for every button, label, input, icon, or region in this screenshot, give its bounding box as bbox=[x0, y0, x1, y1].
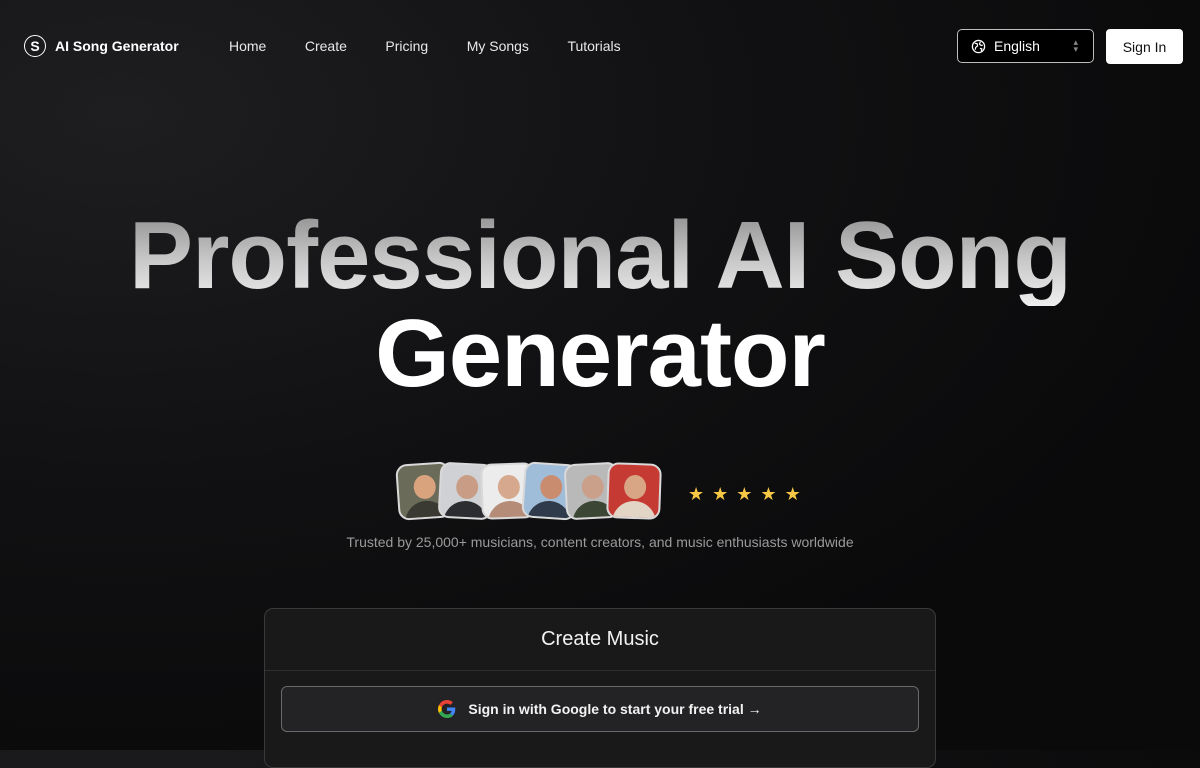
sign-in-button[interactable]: Sign In bbox=[1106, 29, 1183, 64]
nav-link-tutorials[interactable]: Tutorials bbox=[567, 38, 620, 54]
star-icon: ★ bbox=[688, 484, 705, 504]
chevron-up-down-icon: ▴ ▾ bbox=[1073, 37, 1078, 54]
google-sign-in-button[interactable]: Sign in with Google to start your free t… bbox=[281, 686, 919, 732]
star-icon: ★ bbox=[760, 484, 777, 504]
star-icon: ★ bbox=[712, 484, 729, 504]
hero-title-line-2: Generator bbox=[375, 300, 826, 407]
star-icon: ★ bbox=[784, 484, 801, 504]
create-music-card: Create Music Sign in with Google to star… bbox=[264, 608, 936, 768]
nav-link-pricing[interactable]: Pricing bbox=[385, 38, 428, 54]
top-navigation: S AI Song Generator Home Create Pricing … bbox=[0, 0, 1200, 94]
nav-link-create[interactable]: Create bbox=[305, 38, 347, 54]
brand-logo[interactable]: S AI Song Generator bbox=[24, 35, 179, 57]
google-button-label: Sign in with Google to start your free t… bbox=[468, 701, 762, 717]
brand-name: AI Song Generator bbox=[55, 38, 179, 54]
star-icon: ★ bbox=[736, 484, 753, 504]
google-icon bbox=[438, 700, 456, 718]
nav-link-my-songs[interactable]: My Songs bbox=[467, 38, 529, 54]
language-select[interactable]: English ▴ ▾ bbox=[957, 29, 1094, 63]
card-title: Create Music bbox=[265, 609, 935, 671]
hero-title-line-1: Professional AI Song bbox=[0, 206, 1200, 306]
avatar bbox=[606, 462, 662, 520]
language-selected-value: English bbox=[994, 38, 1040, 54]
rating-stars: ★ ★ ★ ★ ★ bbox=[688, 485, 801, 503]
user-avatars bbox=[395, 461, 662, 523]
trusted-by-text: Trusted by 25,000+ musicians, content cr… bbox=[346, 534, 854, 550]
globe-icon bbox=[971, 39, 986, 53]
nav-link-home[interactable]: Home bbox=[229, 38, 266, 54]
logo-icon: S bbox=[24, 35, 46, 57]
nav-links: Home Create Pricing My Songs Tutorials bbox=[229, 38, 621, 54]
